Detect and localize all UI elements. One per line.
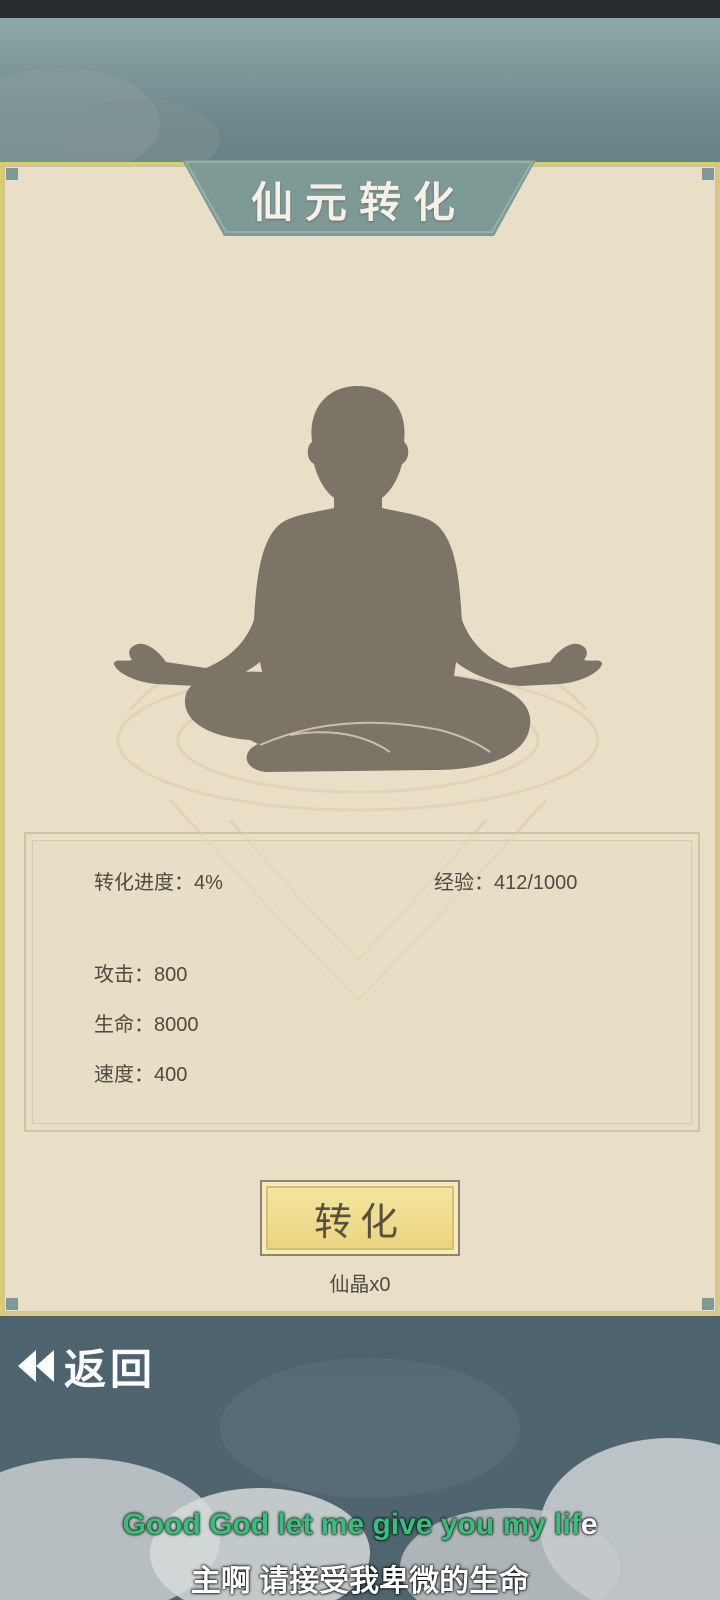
attack-stat: 攻击：800 bbox=[94, 958, 187, 987]
progress-label: 转化进度： bbox=[94, 872, 194, 894]
panel-corner bbox=[6, 168, 18, 180]
progress-stat: 转化进度：4% bbox=[94, 866, 223, 895]
double-left-arrow-icon bbox=[18, 1350, 54, 1382]
panel-corner bbox=[6, 1298, 18, 1310]
hp-value: 8000 bbox=[154, 1014, 199, 1036]
subtitle-english-highlight: Good God let me give you my lif bbox=[122, 1508, 581, 1541]
speed-value: 400 bbox=[154, 1064, 188, 1086]
convert-button[interactable]: 转化 bbox=[260, 1180, 460, 1256]
exp-label: 经验： bbox=[434, 872, 494, 894]
subtitle-chinese: 主啊 请接受我卑微的生命 bbox=[190, 1565, 530, 1598]
hp-stat: 生命：8000 bbox=[94, 1008, 199, 1037]
hp-label: 生命： bbox=[94, 1014, 154, 1036]
back-button-label: 返回 bbox=[64, 1344, 157, 1394]
convert-button-label: 转化 bbox=[313, 1199, 406, 1244]
crystal-cost: 仙晶x0 bbox=[329, 1274, 391, 1296]
panel-corner bbox=[702, 1298, 714, 1310]
back-button[interactable]: 返回 bbox=[16, 1336, 186, 1396]
status-bar bbox=[0, 0, 720, 18]
progress-value: 4% bbox=[194, 872, 223, 894]
subtitle-english-rest: e bbox=[580, 1508, 598, 1541]
attack-label: 攻击： bbox=[94, 964, 154, 986]
speed-stat: 速度：400 bbox=[94, 1058, 187, 1087]
exp-value: 412/1000 bbox=[494, 872, 578, 894]
speed-label: 速度： bbox=[94, 1064, 154, 1086]
page-title: 仙元转化 bbox=[250, 177, 467, 227]
attack-value: 800 bbox=[154, 964, 188, 986]
exp-stat: 经验：412/1000 bbox=[434, 866, 577, 895]
subtitle-english: Good God let me give you my life bbox=[0, 1508, 720, 1542]
panel-corner bbox=[702, 168, 714, 180]
title-banner: 仙元转化 bbox=[182, 160, 536, 238]
